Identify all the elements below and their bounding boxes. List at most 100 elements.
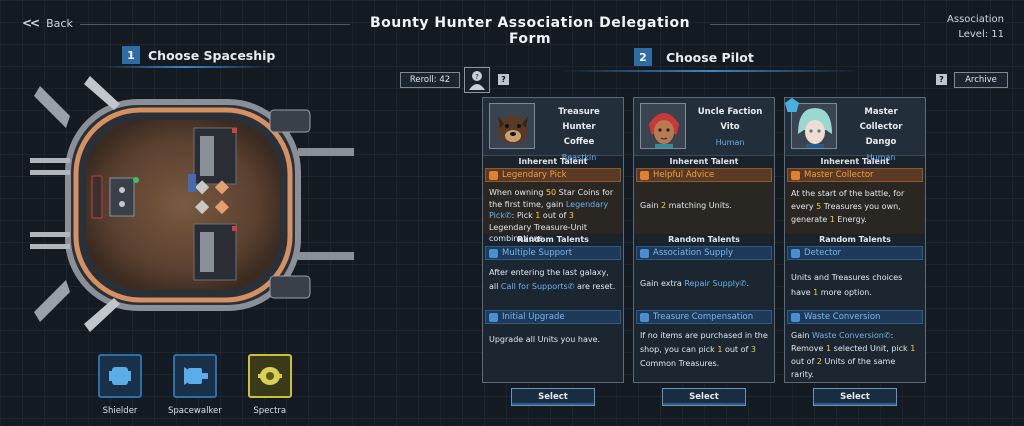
legendary-pick-icon (489, 170, 498, 180)
phone-icon: ✆ (883, 331, 891, 340)
spectra-ship-icon (247, 354, 292, 398)
association-level: Association Level: 11 (947, 12, 1004, 42)
pilot-name: Vito (720, 122, 740, 132)
waste-conversion-link[interactable]: Waste Conversion (812, 331, 884, 340)
pilot-name: Coffee (563, 137, 595, 147)
inherent-talent-desc: Gain 2 matching Units. (634, 182, 774, 234)
ship-option-shielder[interactable]: Shielder (98, 354, 142, 416)
pilot-name: Dango (865, 137, 897, 147)
ship-option-label: Spectra (253, 406, 287, 416)
pilot-title: Master Collector (859, 107, 903, 132)
pilot-name-block: Treasure Hunter Coffee Beastkin (541, 103, 617, 162)
advice-icon (640, 170, 649, 180)
repair-supply-link[interactable]: Repair Supply (684, 279, 739, 288)
random-talent-desc-2: If no items are purchased in the shop, y… (640, 331, 768, 368)
svg-text:?: ? (475, 73, 479, 81)
page-title: Bounty Hunter Association Delegation For… (369, 15, 691, 47)
spaceship-preview (30, 66, 360, 342)
talent-name: Association Supply (653, 248, 734, 258)
talent-name: Waste Conversion (804, 312, 881, 322)
mystery-pilot-portrait[interactable]: ? (464, 67, 490, 93)
level-label: Level: 11 (958, 29, 1004, 40)
talent-name: Helpful Advice (653, 170, 715, 180)
pilot-title: Uncle Faction (697, 107, 763, 117)
compensation-icon (640, 312, 649, 322)
random-talent-desc-1: After entering the last galaxy, all Call… (489, 268, 616, 291)
phone-icon: ✆ (504, 211, 512, 220)
select-button-coffee[interactable]: Select (511, 388, 595, 406)
choose-spaceship-heading: 1 Choose Spaceship (122, 46, 275, 64)
random-talent-bar-2: Waste Conversion (787, 310, 923, 324)
inherent-talent-bar: Helpful Advice (636, 168, 772, 182)
reroll-button[interactable]: Reroll: 42 (400, 72, 460, 88)
archive-button[interactable]: Archive (954, 72, 1008, 88)
pilot-card-vito[interactable]: Uncle Faction Vito Human Inherent Talent… (633, 97, 775, 383)
random-talent-bar-2: Treasure Compensation (636, 310, 772, 324)
section-number-1: 1 (122, 46, 140, 64)
pilot-heading-underline (560, 70, 860, 72)
random-talent-bar-2: Initial Upgrade (485, 310, 621, 324)
talent-name: Legendary Pick (502, 170, 567, 180)
pilot-title: Treasure Hunter (558, 107, 600, 132)
unknown-person-icon: ? (469, 71, 485, 90)
inherent-talent-bar: Legendary Pick (485, 168, 621, 182)
pilot-race: Human (715, 138, 745, 147)
pilot-card-header: Master Collector Dango Human (785, 98, 925, 162)
random-talent-desc-2: Gain Waste Conversion✆: Remove 1 selecte… (791, 331, 916, 379)
shield-ship-icon (98, 354, 142, 398)
avatar (791, 103, 837, 149)
ship-option-spacewalker[interactable]: Spacewalker (168, 354, 222, 416)
talent-name: Detector (804, 248, 842, 258)
pilot-card-header: Uncle Faction Vito Human (634, 98, 774, 156)
conversion-icon (791, 312, 800, 322)
talent-name: Multiple Support (502, 248, 573, 258)
supply-icon (640, 248, 649, 258)
select-button-vito[interactable]: Select (662, 388, 746, 406)
headset-icon (489, 248, 498, 258)
back-label: Back (46, 16, 73, 30)
avatar (640, 103, 686, 149)
random-talent-desc-1: Gain extra Repair Supply✆. (640, 279, 749, 288)
help-icon[interactable]: ? (498, 74, 509, 85)
inherent-talent-desc: When owning 50 Star Coins for the first … (483, 182, 623, 243)
inherent-talent-label: Inherent Talent (634, 156, 774, 168)
ship-selector: Shielder Spacewalker Spectra (98, 354, 292, 416)
random-talent-bar-1: Detector (787, 246, 923, 260)
random-talent-desc-2: Upgrade all Units you have. (489, 335, 601, 344)
back-chevron-icon: << (22, 16, 40, 30)
random-talent-bar-1: Multiple Support (485, 246, 621, 260)
ship-option-label: Spacewalker (168, 406, 222, 416)
help-icon-archive[interactable]: ? (936, 74, 947, 85)
pilot-card-coffee[interactable]: Treasure Hunter Coffee Beastkin Inherent… (482, 97, 624, 383)
talent-name: Initial Upgrade (502, 312, 565, 322)
pilot-name-block: Master Collector Dango Human (843, 103, 919, 162)
ship-option-spectra[interactable]: Spectra (247, 354, 292, 416)
choose-pilot-title: Choose Pilot (666, 49, 754, 65)
ship-option-label: Shielder (102, 406, 138, 416)
header-divider-right (710, 24, 920, 25)
section-number-2: 2 (634, 48, 652, 66)
association-label: Association (947, 14, 1004, 25)
select-button-dango[interactable]: Select (813, 388, 897, 406)
call-for-supports-link[interactable]: Call for Supports (501, 282, 568, 291)
talent-name: Master Collector (804, 170, 874, 180)
pilot-card-dango[interactable]: Master Collector Dango Human Inherent Ta… (784, 97, 926, 383)
pilot-card-header: Treasure Hunter Coffee Beastkin (483, 98, 623, 162)
choose-pilot-heading: 2 Choose Pilot (634, 48, 754, 66)
random-talents-label: Random Talents (785, 234, 925, 246)
talent-name: Treasure Compensation (653, 312, 754, 322)
collector-icon (791, 170, 800, 180)
random-talent-desc-1: Units and Treasures choices have 1 more … (791, 273, 903, 297)
back-button[interactable]: << Back (22, 16, 73, 30)
spaceship-illustration (30, 76, 354, 332)
walker-ship-icon (172, 354, 217, 398)
choose-spaceship-title: Choose Spaceship (148, 47, 276, 63)
header-divider-left (80, 24, 350, 25)
random-talent-bar-1: Association Supply (636, 246, 772, 260)
upgrade-icon (489, 312, 498, 322)
inherent-talent-bar: Master Collector (787, 168, 923, 182)
random-talents-label: Random Talents (634, 234, 774, 246)
avatar (489, 103, 535, 149)
pilot-name-block: Uncle Faction Vito Human (692, 103, 768, 150)
inherent-talent-desc: At the start of the battle, for every 5 … (785, 182, 925, 234)
